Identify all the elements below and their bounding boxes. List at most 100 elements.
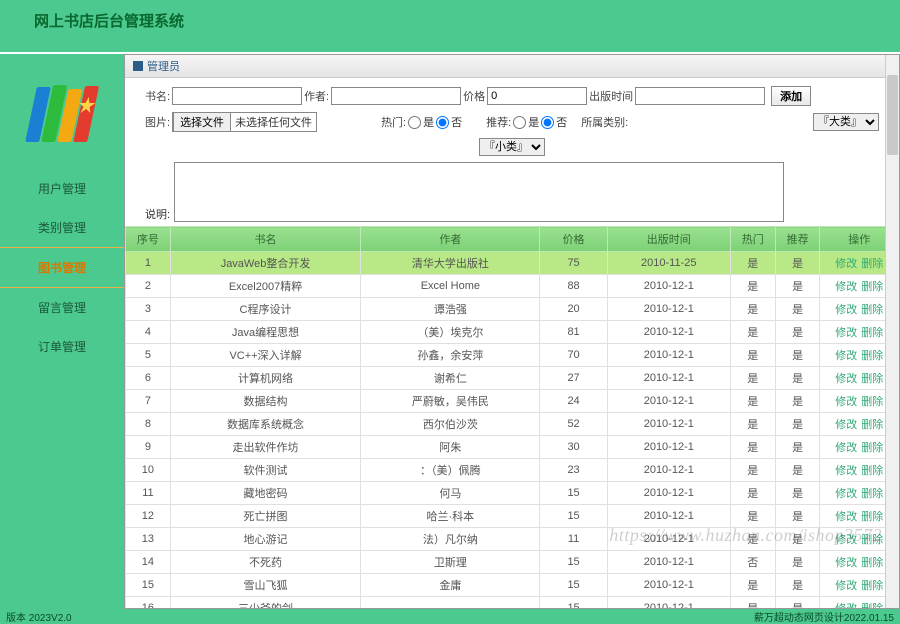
delete-link[interactable]: 删除 — [861, 396, 883, 408]
author-input[interactable] — [331, 87, 461, 105]
table-row[interactable]: 4Java编程思想（美）埃克尔812010-12-1是是修改删除 — [126, 321, 899, 344]
hot-no-radio[interactable] — [436, 116, 449, 129]
delete-link[interactable]: 删除 — [861, 350, 883, 362]
edit-link[interactable]: 修改 — [835, 350, 857, 362]
bigcat-select[interactable]: 『大类』 — [813, 113, 879, 131]
table-row[interactable]: 7数据结构严蔚敏，吴伟民242010-12-1是是修改删除 — [126, 390, 899, 413]
smallcat-select[interactable]: 『小类』 — [479, 138, 545, 156]
table-row[interactable]: 13地心游记法）凡尔纳112010-12-1是是修改删除 — [126, 528, 899, 551]
edit-link[interactable]: 修改 — [835, 442, 857, 454]
table-row[interactable]: 14不死药卫斯理152010-12-1否是修改删除 — [126, 551, 899, 574]
table-row[interactable]: 8数据库系统概念西尔伯沙茨522010-12-1是是修改删除 — [126, 413, 899, 436]
cell: 是 — [730, 344, 775, 367]
table-row[interactable]: 9走出软件作坊阿朱302010-12-1是是修改删除 — [126, 436, 899, 459]
desc-textarea[interactable] — [174, 162, 784, 222]
cell: 2010-12-1 — [607, 551, 730, 574]
cell: 严蔚敏，吴伟民 — [361, 390, 540, 413]
edit-link[interactable]: 修改 — [835, 396, 857, 408]
edit-link[interactable]: 修改 — [835, 373, 857, 385]
edit-link[interactable]: 修改 — [835, 327, 857, 339]
delete-link[interactable]: 删除 — [861, 419, 883, 431]
col-header: 作者 — [361, 227, 540, 252]
edit-link[interactable]: 修改 — [835, 304, 857, 316]
cell: 是 — [730, 413, 775, 436]
hot-label: 热门: — [381, 114, 406, 130]
recommend-label: 推荐: — [486, 114, 511, 130]
scrollbar[interactable] — [885, 55, 899, 608]
cell: 6 — [126, 367, 171, 390]
cell: ：（美）佩腾 — [361, 459, 540, 482]
delete-link[interactable]: 删除 — [861, 580, 883, 592]
cell: 9 — [126, 436, 171, 459]
hot-no-label: 否 — [451, 114, 462, 130]
sidebar-item-users[interactable]: 用户管理 — [0, 169, 124, 208]
scrollbar-thumb[interactable] — [887, 75, 898, 155]
cell: 死亡拼图 — [170, 505, 360, 528]
sidebar-item-orders[interactable]: 订单管理 — [0, 327, 124, 366]
table-row[interactable]: 3C程序设计谭浩强202010-12-1是是修改删除 — [126, 298, 899, 321]
cell: 是 — [775, 275, 820, 298]
table-row[interactable]: 10软件测试：（美）佩腾232010-12-1是是修改删除 — [126, 459, 899, 482]
cell: 清华大学出版社 — [361, 252, 540, 275]
delete-link[interactable]: 删除 — [861, 465, 883, 477]
choose-file-button[interactable]: 选择文件 — [173, 112, 231, 132]
edit-link[interactable]: 修改 — [835, 488, 857, 500]
delete-link[interactable]: 删除 — [861, 511, 883, 523]
sidebar-item-messages[interactable]: 留言管理 — [0, 288, 124, 327]
cell: 是 — [730, 252, 775, 275]
delete-link[interactable]: 删除 — [861, 488, 883, 500]
edit-link[interactable]: 修改 — [835, 534, 857, 546]
delete-link[interactable]: 删除 — [861, 373, 883, 385]
delete-link[interactable]: 删除 — [861, 442, 883, 454]
edit-link[interactable]: 修改 — [835, 603, 857, 608]
cell: 是 — [730, 459, 775, 482]
hot-yes-radio[interactable] — [408, 116, 421, 129]
edit-link[interactable]: 修改 — [835, 258, 857, 270]
delete-link[interactable]: 删除 — [861, 557, 883, 569]
edit-link[interactable]: 修改 — [835, 419, 857, 431]
books-table: 序号书名作者价格出版时间热门推荐操作 1JavaWeb整合开发清华大学出版社75… — [125, 226, 899, 608]
table-row[interactable]: 1JavaWeb整合开发清华大学出版社752010-11-25是是修改删除 — [126, 252, 899, 275]
delete-link[interactable]: 删除 — [861, 304, 883, 316]
cell: 是 — [775, 321, 820, 344]
cell: 是 — [775, 390, 820, 413]
table-row[interactable]: 11藏地密码何马152010-12-1是是修改删除 — [126, 482, 899, 505]
delete-link[interactable]: 删除 — [861, 603, 883, 608]
cell: 是 — [775, 528, 820, 551]
table-row[interactable]: 2Excel2007精粹Excel Home882010-12-1是是修改删除 — [126, 275, 899, 298]
rec-yes-radio[interactable] — [513, 116, 526, 129]
delete-link[interactable]: 删除 — [861, 327, 883, 339]
edit-link[interactable]: 修改 — [835, 465, 857, 477]
table-row[interactable]: 16三少爷的剑152010-12-1是是修改删除 — [126, 597, 899, 609]
cell: 2010-12-1 — [607, 459, 730, 482]
edit-link[interactable]: 修改 — [835, 281, 857, 293]
cell: 否 — [730, 551, 775, 574]
delete-link[interactable]: 删除 — [861, 534, 883, 546]
sidebar-item-categories[interactable]: 类别管理 — [0, 208, 124, 247]
add-button[interactable]: 添加 — [771, 86, 811, 106]
edit-link[interactable]: 修改 — [835, 580, 857, 592]
price-label: 价格 — [463, 88, 485, 104]
rec-no-radio[interactable] — [541, 116, 554, 129]
cell: 是 — [730, 275, 775, 298]
edit-link[interactable]: 修改 — [835, 557, 857, 569]
pubtime-input[interactable] — [635, 87, 765, 105]
delete-link[interactable]: 删除 — [861, 281, 883, 293]
table-row[interactable]: 15雪山飞狐金庸152010-12-1是是修改删除 — [126, 574, 899, 597]
cell: 8 — [126, 413, 171, 436]
price-input[interactable] — [487, 87, 587, 105]
table-row[interactable]: 12死亡拼图哈兰·科本152010-12-1是是修改删除 — [126, 505, 899, 528]
table-row[interactable]: 5VC++深入详解孙鑫，余安萍702010-12-1是是修改删除 — [126, 344, 899, 367]
delete-link[interactable]: 删除 — [861, 258, 883, 270]
cell: Java编程思想 — [170, 321, 360, 344]
name-input[interactable] — [172, 87, 302, 105]
cell: 数据结构 — [170, 390, 360, 413]
author-label: 作者: — [304, 88, 329, 104]
table-row[interactable]: 6计算机网络谢希仁272010-12-1是是修改删除 — [126, 367, 899, 390]
header: 网上书店后台管理系统 — [0, 0, 900, 54]
cell: 软件测试 — [170, 459, 360, 482]
cell: 谢希仁 — [361, 367, 540, 390]
content-panel: 管理员 书名: 作者: 价格 出版时间 添加 图片: 选择文件 未选择任何文件 — [124, 54, 900, 609]
edit-link[interactable]: 修改 — [835, 511, 857, 523]
sidebar-item-books[interactable]: 图书管理 — [0, 247, 124, 288]
